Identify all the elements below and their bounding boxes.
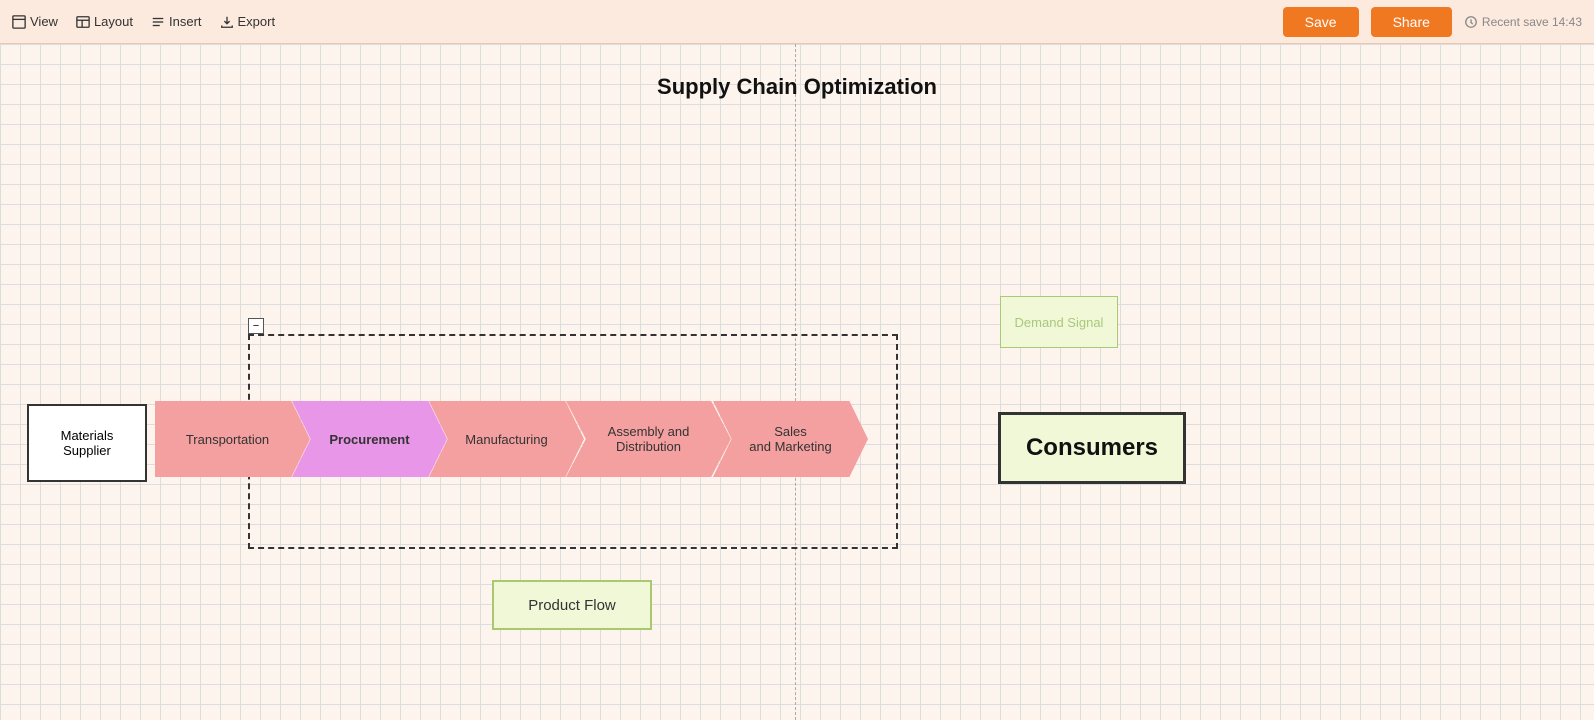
consumers-label: Consumers <box>1026 434 1158 462</box>
arrow-assembly[interactable]: Assembly andDistribution <box>566 401 731 477</box>
collapse-icon: − <box>253 320 259 332</box>
clock-icon <box>1464 15 1478 29</box>
toolbar-right: Save Share Recent save 14:43 <box>1283 7 1582 37</box>
menu-item-view[interactable]: View <box>12 14 58 29</box>
arrow-transportation[interactable]: Transportation <box>155 401 310 477</box>
share-button[interactable]: Share <box>1371 7 1452 37</box>
arrow-procurement-label: Procurement <box>329 432 409 447</box>
demand-signal-label: Demand Signal <box>1015 315 1104 330</box>
materials-supplier-label: MaterialsSupplier <box>61 428 114 458</box>
menu-view-label: View <box>30 14 58 29</box>
diagram-title: Supply Chain Optimization <box>657 74 937 100</box>
recent-save-label: Recent save 14:43 <box>1482 15 1582 29</box>
menu-export-label: Export <box>238 14 276 29</box>
arrows-row: Transportation Procurement Manufacturing… <box>155 401 868 477</box>
canvas[interactable]: Supply Chain Optimization MaterialsSuppl… <box>0 44 1594 720</box>
arrow-manufacturing[interactable]: Manufacturing <box>429 401 584 477</box>
arrow-assembly-label: Assembly andDistribution <box>608 424 690 454</box>
product-flow-label: Product Flow <box>528 597 616 614</box>
export-icon <box>220 15 234 29</box>
collapse-button[interactable]: − <box>248 318 264 334</box>
arrow-procurement[interactable]: Procurement <box>292 401 447 477</box>
layout-icon <box>76 15 90 29</box>
demand-signal-box[interactable]: Demand Signal <box>1000 296 1118 348</box>
toolbar-menu: View Layout Insert Export <box>12 14 275 29</box>
menu-layout-label: Layout <box>94 14 133 29</box>
materials-supplier-box[interactable]: MaterialsSupplier <box>27 404 147 482</box>
menu-item-layout[interactable]: Layout <box>76 14 133 29</box>
insert-icon <box>151 15 165 29</box>
arrow-sales-label: Salesand Marketing <box>749 424 831 454</box>
menu-item-export[interactable]: Export <box>220 14 276 29</box>
consumers-box[interactable]: Consumers <box>998 412 1186 484</box>
arrow-manufacturing-label: Manufacturing <box>465 432 547 447</box>
menu-item-insert[interactable]: Insert <box>151 14 202 29</box>
menu-insert-label: Insert <box>169 14 202 29</box>
product-flow-box[interactable]: Product Flow <box>492 580 652 630</box>
toolbar: View Layout Insert Export <box>0 0 1594 44</box>
recent-save-indicator: Recent save 14:43 <box>1464 15 1582 29</box>
save-button[interactable]: Save <box>1283 7 1359 37</box>
arrow-sales[interactable]: Salesand Marketing <box>713 401 868 477</box>
arrow-transportation-label: Transportation <box>186 432 269 447</box>
view-icon <box>12 15 26 29</box>
